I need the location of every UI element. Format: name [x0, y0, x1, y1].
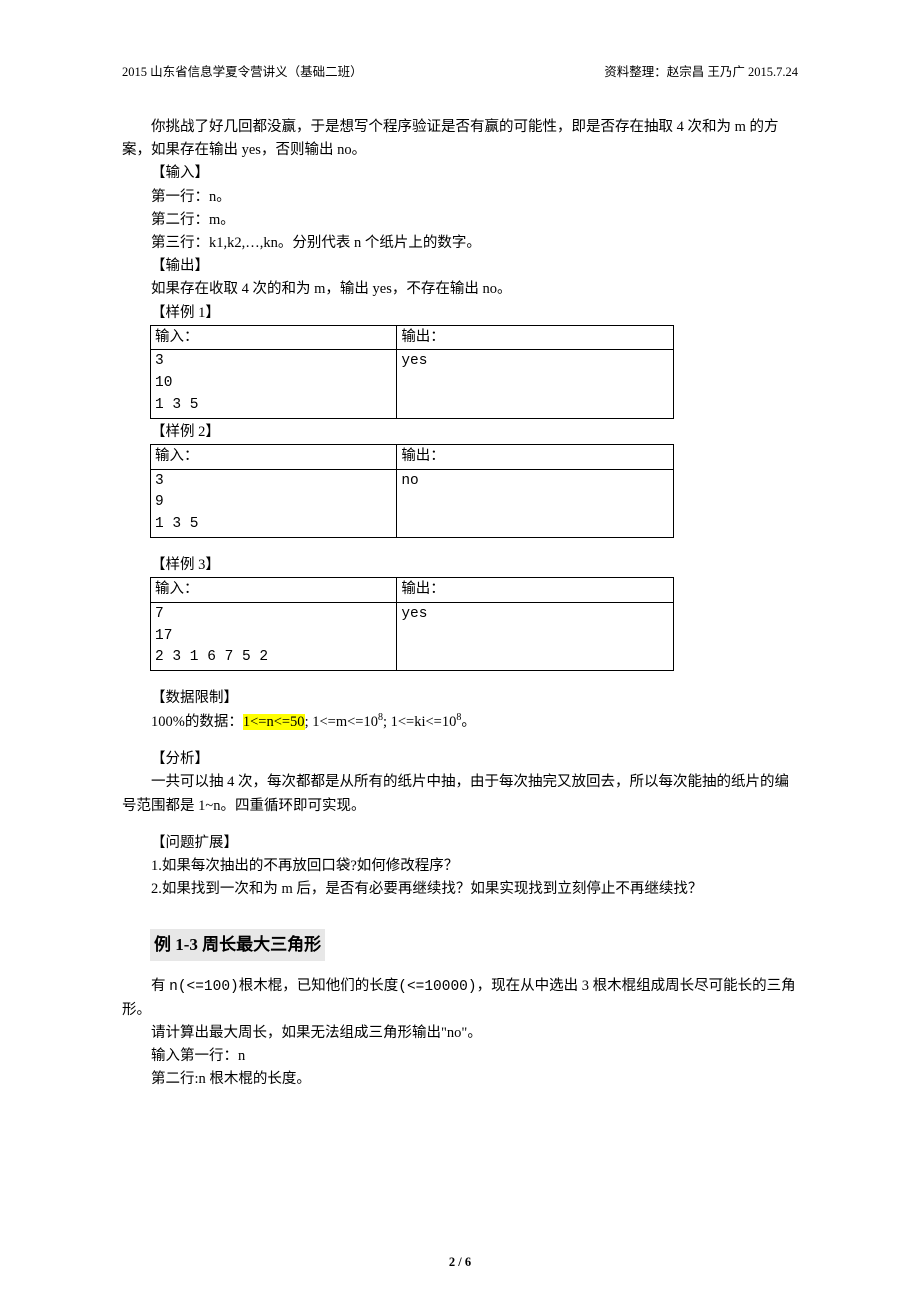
header-left: 2015 山东省信息学夏令营讲义（基础二班）	[122, 62, 363, 82]
extend-q1: 1.如果每次抽出的不再放回口袋?如何修改程序？	[122, 855, 798, 878]
sample2-input-header: 输入：	[151, 444, 397, 469]
sample3-table: 输入： 输出： 7 17 2 3 1 6 7 5 2 yes	[150, 577, 674, 671]
extend-label: 【问题扩展】	[122, 832, 798, 855]
sample2-output-header: 输出：	[397, 444, 674, 469]
sample1-output: yes	[397, 350, 674, 418]
output-label: 【输出】	[122, 255, 798, 278]
intro-paragraph: 你挑战了好几回都没赢，于是想写个程序验证是否有赢的可能性，即是否存在抽取 4 次…	[122, 116, 798, 162]
limits-tail: 。	[461, 714, 476, 730]
header-right: 资料整理：赵宗昌 王乃广 2015.7.24	[604, 62, 798, 82]
ex13-p3: 输入第一行：n	[122, 1045, 798, 1068]
limits-part1: ; 1<=m<=10	[305, 714, 378, 730]
sample3-input-header: 输入：	[151, 578, 397, 603]
analysis-text: 一共可以抽 4 次，每次都都是从所有的纸片中抽，由于每次抽完又放回去，所以每次能…	[122, 771, 798, 817]
output-line-1: 如果存在收取 4 次的和为 m，输出 yes，不存在输出 no。	[122, 278, 798, 301]
ex13-p1-b: n(<=100)	[169, 979, 239, 995]
ex13-p1-d: (<=10000)	[398, 979, 476, 995]
example-1-3-title: 例 1-3 周长最大三角形	[150, 929, 325, 960]
limits-prefix: 100%的数据：	[151, 714, 243, 730]
input-line-2: 第二行：m。	[122, 209, 798, 232]
page-number: 2 / 6	[0, 1252, 920, 1272]
ex13-p1-c: 根木棍，已知他们的长度	[239, 978, 399, 994]
input-line-3: 第三行：k1,k2,…,kn。分别代表 n 个纸片上的数字。	[122, 232, 798, 255]
sample2-output: no	[397, 469, 674, 537]
sample2-input: 3 9 1 3 5	[151, 469, 397, 537]
sample1-input: 3 10 1 3 5	[151, 350, 397, 418]
limits-part2: ; 1<=ki<=10	[383, 714, 456, 730]
ex13-p4: 第二行:n 根木棍的长度。	[122, 1068, 798, 1091]
input-label: 【输入】	[122, 162, 798, 185]
analysis-label: 【分析】	[122, 748, 798, 771]
ex13-p1: 有 n(<=100)根木棍，已知他们的长度(<=10000)，现在从中选出 3 …	[122, 975, 798, 1022]
sample3-input: 7 17 2 3 1 6 7 5 2	[151, 602, 397, 670]
sample1-label: 【样例 1】	[122, 302, 798, 325]
limits-line: 100%的数据：1<=n<=50; 1<=m<=108; 1<=ki<=108。	[122, 710, 798, 734]
sample3-label: 【样例 3】	[122, 554, 798, 577]
limits-label: 【数据限制】	[122, 687, 798, 710]
sample1-input-header: 输入：	[151, 325, 397, 350]
input-line-1: 第一行：n。	[122, 186, 798, 209]
limits-highlight: 1<=n<=50	[243, 714, 305, 730]
sample3-output: yes	[397, 602, 674, 670]
sample2-table: 输入： 输出： 3 9 1 3 5 no	[150, 444, 674, 538]
sample1-output-header: 输出：	[397, 325, 674, 350]
sample2-label: 【样例 2】	[122, 421, 798, 444]
page-header: 2015 山东省信息学夏令营讲义（基础二班） 资料整理：赵宗昌 王乃广 2015…	[122, 62, 798, 82]
sample1-table: 输入： 输出： 3 10 1 3 5 yes	[150, 325, 674, 419]
sample3-output-header: 输出：	[397, 578, 674, 603]
extend-q2: 2.如果找到一次和为 m 后，是否有必要再继续找？如果实现找到立刻停止不再继续找…	[122, 878, 798, 901]
ex13-p2: 请计算出最大周长，如果无法组成三角形输出"no"。	[122, 1022, 798, 1045]
ex13-p1-a: 有	[151, 978, 169, 994]
